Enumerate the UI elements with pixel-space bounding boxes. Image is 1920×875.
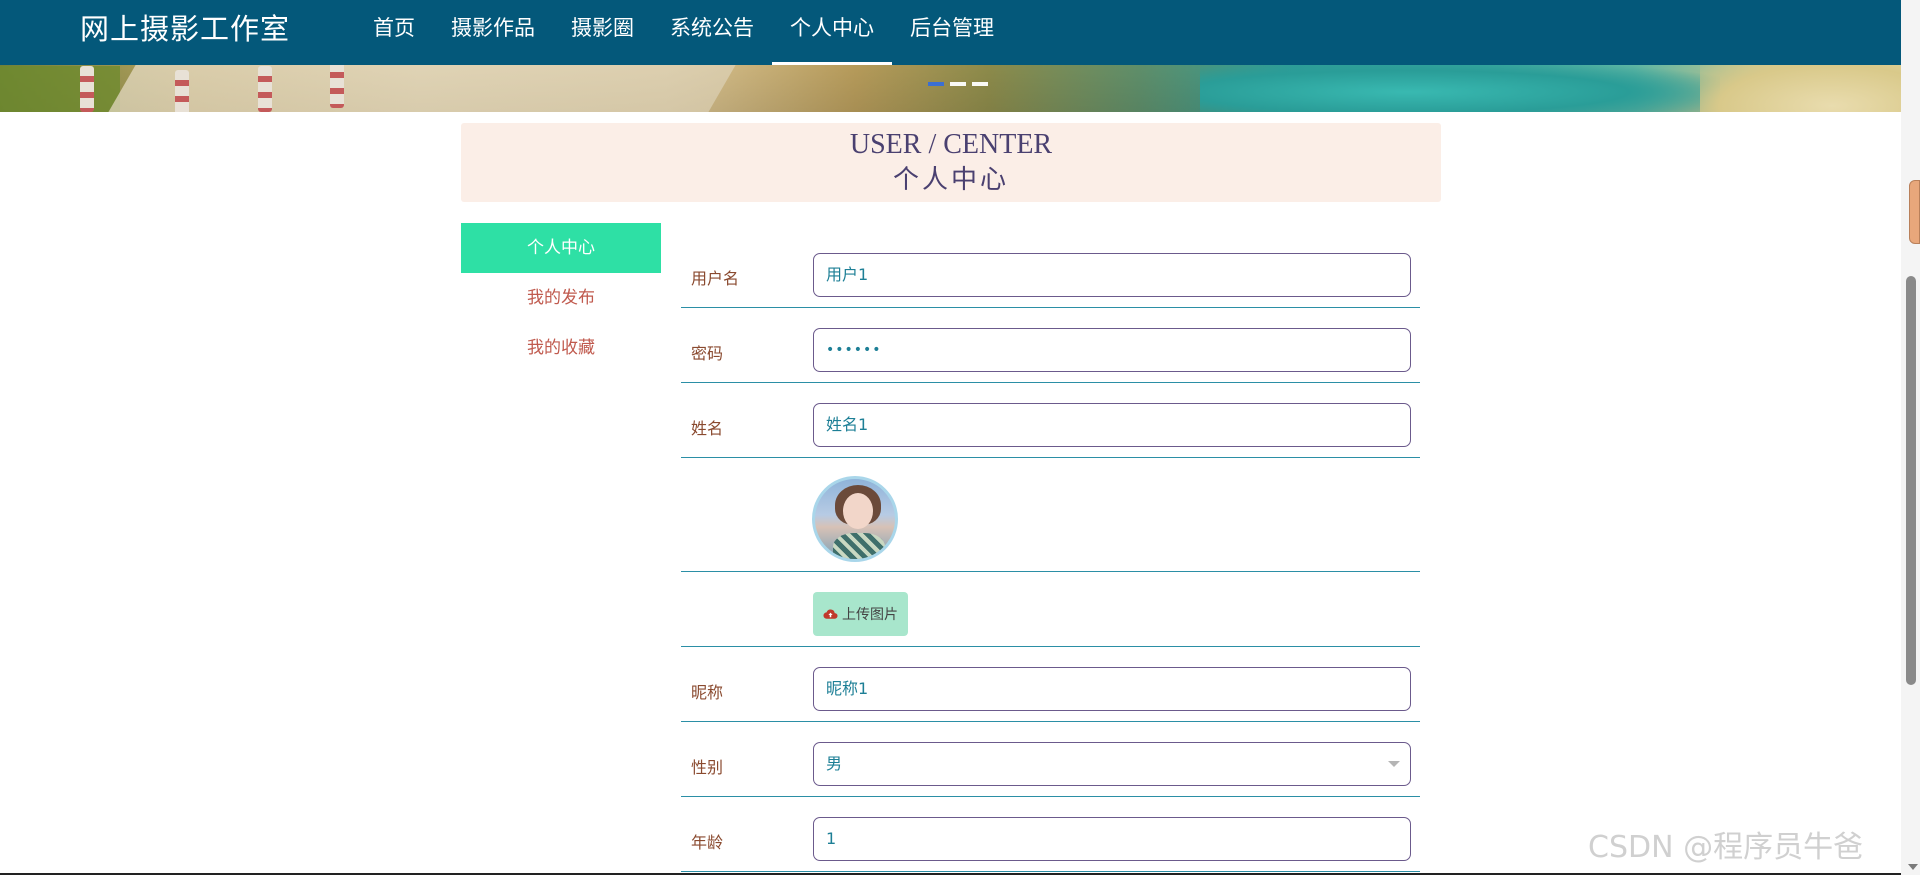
- chevron-down-icon: [1388, 761, 1400, 767]
- carousel-dot[interactable]: [972, 82, 988, 86]
- watermark: CSDN @程序员牛爸: [1588, 830, 1864, 865]
- avatar[interactable]: [812, 476, 898, 562]
- banner-post: [80, 66, 94, 112]
- scroll-down-arrow-icon[interactable]: [1908, 864, 1918, 870]
- gender-label: 性别: [691, 758, 724, 777]
- banner-road: [102, 62, 738, 112]
- form-row-gender: 性别 男: [681, 722, 1420, 797]
- side-item-my-posts[interactable]: 我的发布: [461, 273, 661, 323]
- page-title-box: USER / CENTER 个人中心: [461, 123, 1441, 202]
- profile-form: 用户名 用户1 密码 •••••• 姓名 姓名1 上传图片 昵称 昵称1 性别 …: [681, 233, 1420, 872]
- form-row-name: 姓名 姓名1: [681, 383, 1420, 458]
- page-title-chinese: 个人中心: [892, 165, 1009, 195]
- age-input[interactable]: 1: [813, 817, 1411, 861]
- nav-item-announcements[interactable]: 系统公告: [652, 0, 772, 65]
- nickname-input[interactable]: 昵称1: [813, 667, 1411, 711]
- password-label: 密码: [691, 344, 724, 363]
- side-item-my-favorites[interactable]: 我的收藏: [461, 323, 661, 373]
- banner-water: [1200, 62, 1720, 112]
- nav-item-admin[interactable]: 后台管理: [892, 0, 1012, 65]
- upload-image-button[interactable]: 上传图片: [813, 592, 908, 636]
- main-nav: 首页 摄影作品 摄影圈 系统公告 个人中心 后台管理: [355, 0, 1012, 65]
- carousel-indicators: [928, 82, 988, 86]
- side-item-user-center[interactable]: 个人中心: [461, 223, 661, 273]
- carousel-dot[interactable]: [928, 82, 944, 86]
- avatar-face: [843, 493, 873, 529]
- username-input[interactable]: 用户1: [813, 253, 1411, 297]
- banner-post: [258, 66, 272, 112]
- form-row-upload: 上传图片: [681, 572, 1420, 647]
- form-row-avatar: [681, 458, 1420, 572]
- site-title[interactable]: 网上摄影工作室: [80, 10, 290, 48]
- page-scrollbar-thumb[interactable]: [1906, 276, 1916, 685]
- side-menu: 个人中心 我的发布 我的收藏: [461, 223, 661, 373]
- cloud-upload-icon: [823, 609, 838, 619]
- age-label: 年龄: [691, 833, 724, 852]
- banner-sand: [1700, 58, 1901, 112]
- upload-image-label: 上传图片: [842, 607, 898, 623]
- nav-item-circle[interactable]: 摄影圈: [553, 0, 652, 65]
- banner-post: [175, 70, 189, 112]
- name-label: 姓名: [691, 419, 724, 438]
- gender-select[interactable]: 男: [813, 742, 1411, 786]
- avatar-body: [833, 533, 885, 559]
- nav-item-home[interactable]: 首页: [355, 0, 433, 65]
- carousel-dot[interactable]: [950, 82, 966, 86]
- username-label: 用户名: [691, 269, 740, 288]
- page-title-english: USER / CENTER: [849, 129, 1053, 160]
- form-row-nickname: 昵称 昵称1: [681, 647, 1420, 722]
- top-navbar: 网上摄影工作室 首页 摄影作品 摄影圈 系统公告 个人中心 后台管理: [0, 0, 1901, 65]
- nav-item-user-center[interactable]: 个人中心: [772, 0, 892, 65]
- nickname-label: 昵称: [691, 683, 724, 702]
- banner-grass: [0, 66, 120, 112]
- form-row-age: 年龄 1: [681, 797, 1420, 872]
- password-input[interactable]: ••••••: [813, 328, 1411, 372]
- banner-post: [330, 62, 344, 108]
- form-row-username: 用户名 用户1: [681, 233, 1420, 308]
- form-row-password: 密码 ••••••: [681, 308, 1420, 383]
- name-input[interactable]: 姓名1: [813, 403, 1411, 447]
- side-drawer-handle[interactable]: [1909, 180, 1920, 244]
- gender-selected-value: 男: [826, 754, 843, 773]
- nav-item-works[interactable]: 摄影作品: [433, 0, 553, 65]
